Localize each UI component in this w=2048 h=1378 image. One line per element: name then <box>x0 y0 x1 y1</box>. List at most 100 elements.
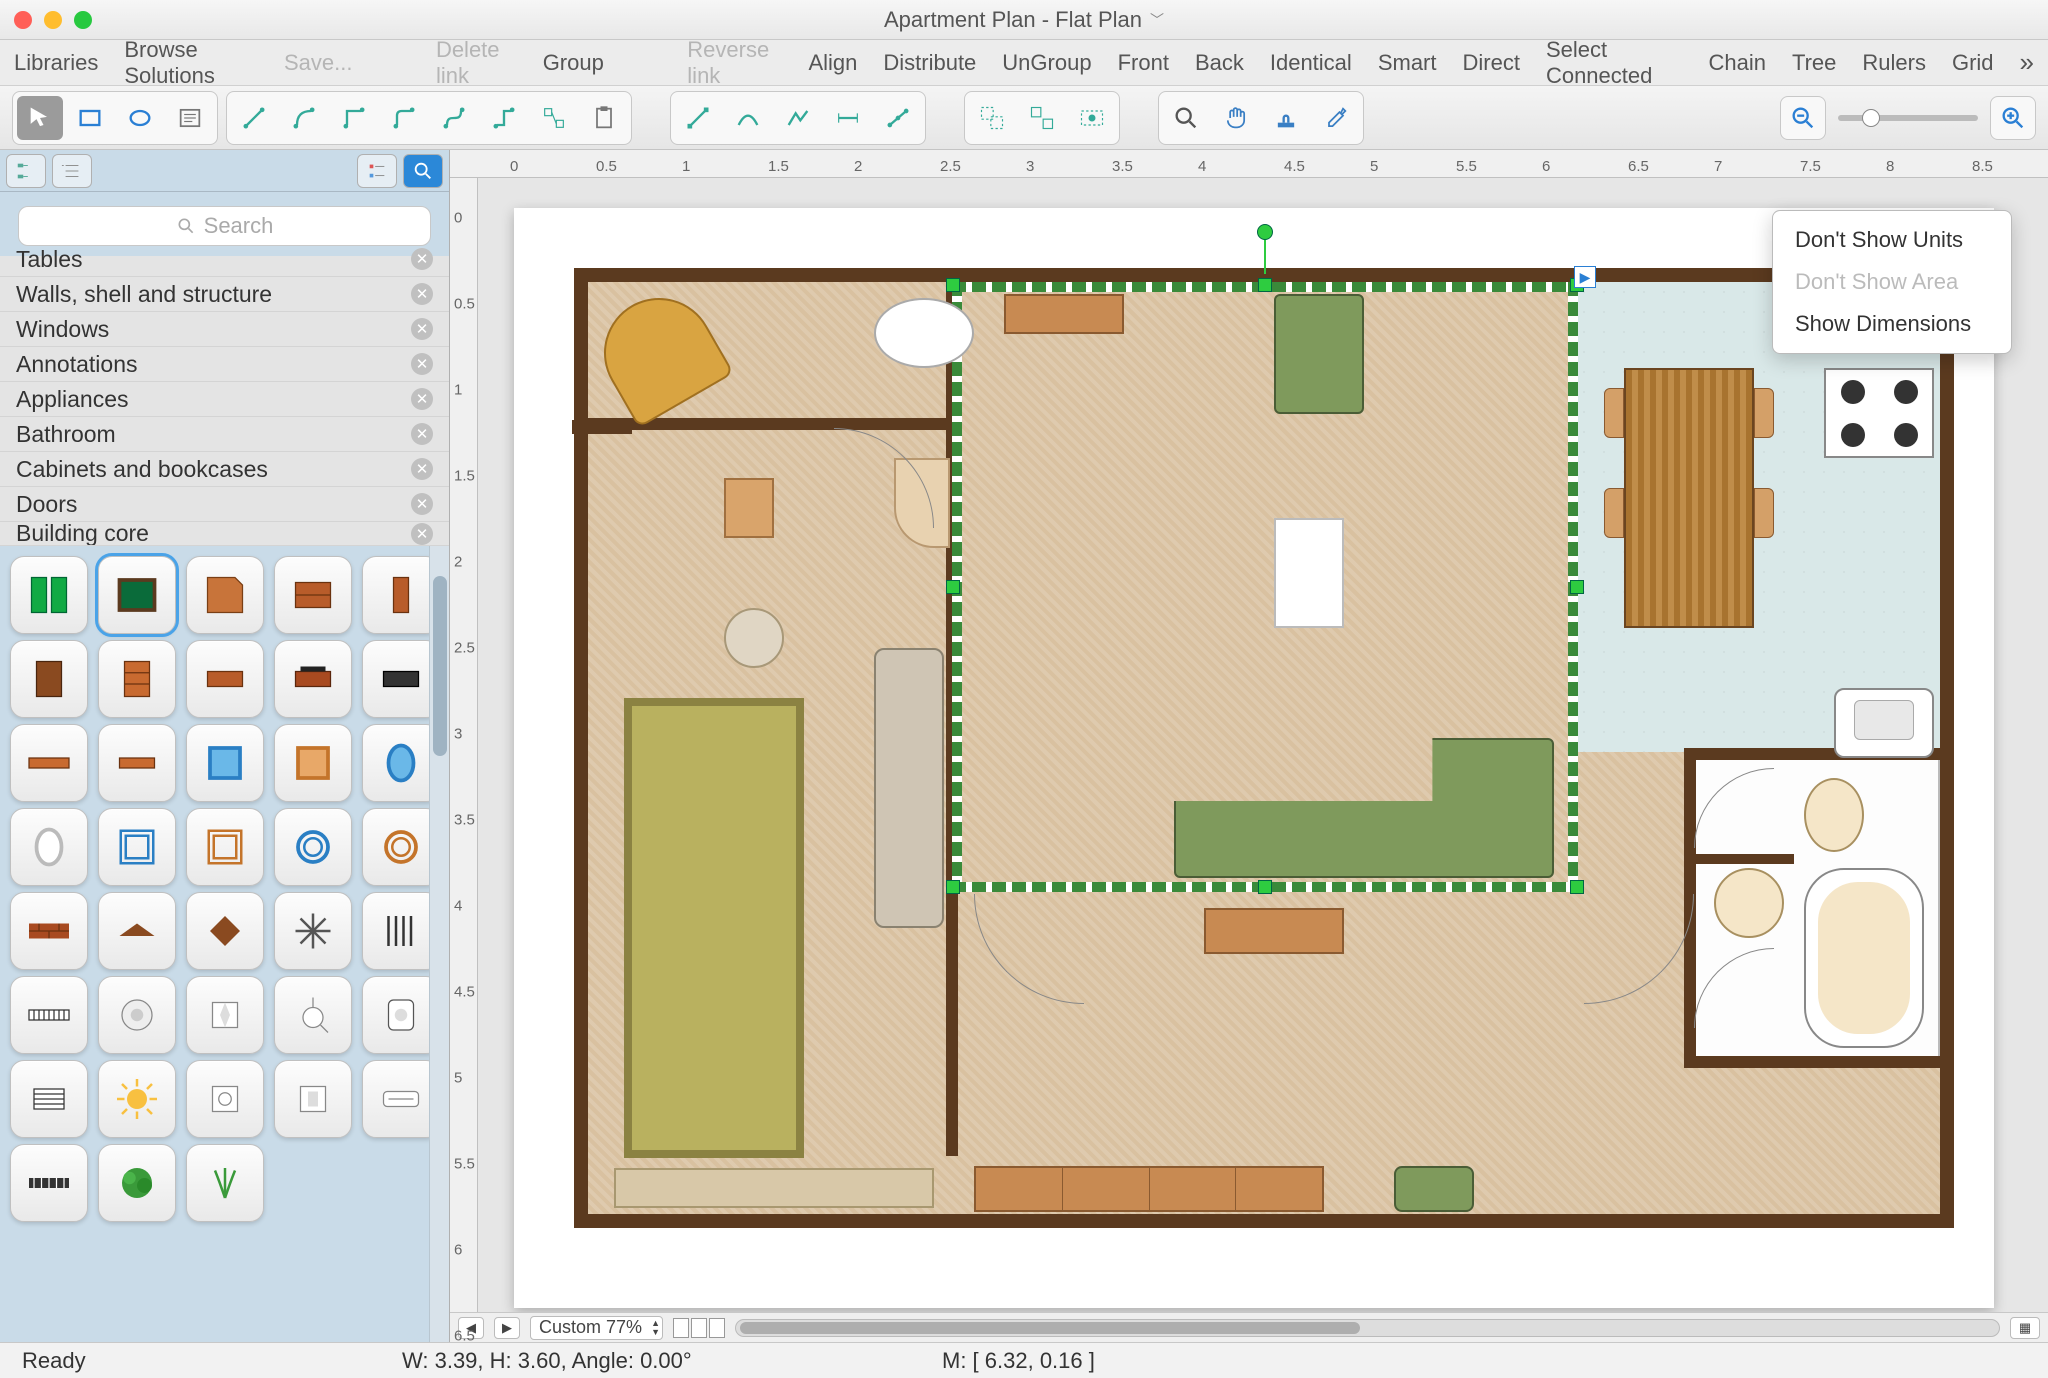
page-view-modes[interactable] <box>673 1318 725 1338</box>
dining-chair-l2[interactable] <box>1604 488 1624 538</box>
menu-group[interactable]: Group <box>543 50 604 76</box>
lib-tab-list[interactable] <box>357 154 397 188</box>
area-rug[interactable] <box>624 698 804 1158</box>
shape-switch[interactable] <box>274 1060 352 1138</box>
shape-low-table[interactable] <box>98 724 176 802</box>
close-icon[interactable]: ✕ <box>411 523 433 545</box>
shape-ceiling-light-sq[interactable] <box>186 976 264 1054</box>
menu-tree[interactable]: Tree <box>1792 50 1836 76</box>
zoom-slider-thumb[interactable] <box>1862 109 1880 127</box>
shape-smoke-detector[interactable] <box>98 976 176 1054</box>
shape-door-double[interactable] <box>10 556 88 634</box>
menu-show-dimensions[interactable]: Show Dimensions <box>1773 303 2011 345</box>
close-icon[interactable]: ✕ <box>411 423 433 445</box>
dining-table[interactable] <box>1624 368 1754 628</box>
menu-rulers[interactable]: Rulers <box>1862 50 1926 76</box>
menu-dont-show-units[interactable]: Don't Show Units <box>1773 219 2011 261</box>
menu-smart[interactable]: Smart <box>1378 50 1437 76</box>
lib-tab-expand[interactable] <box>52 154 92 188</box>
shape-frame-double-blue[interactable] <box>98 808 176 886</box>
selection-handle[interactable] <box>1258 278 1272 292</box>
close-icon[interactable]: ✕ <box>411 283 433 305</box>
selection-handle[interactable] <box>1570 580 1584 594</box>
stove[interactable] <box>1824 368 1934 458</box>
selection-handle[interactable] <box>1258 880 1272 894</box>
kitchen-sink[interactable] <box>1834 688 1934 758</box>
shape-bench[interactable] <box>10 724 88 802</box>
connector-right-angle[interactable] <box>331 96 377 140</box>
ottoman[interactable] <box>1394 1166 1474 1212</box>
connector-round[interactable] <box>381 96 427 140</box>
search-input[interactable]: Search <box>18 206 431 246</box>
rotation-handle[interactable] <box>1257 224 1273 240</box>
selection-handle[interactable] <box>1570 880 1584 894</box>
close-icon[interactable]: ✕ <box>411 353 433 375</box>
connector-bezier[interactable] <box>431 96 477 140</box>
close-icon[interactable]: ✕ <box>411 493 433 515</box>
lock-tool[interactable] <box>1069 96 1115 140</box>
menu-distribute[interactable]: Distribute <box>883 50 976 76</box>
category-doors[interactable]: Doors✕ <box>0 487 449 522</box>
magnify-tool[interactable] <box>1163 96 1209 140</box>
closet-bedroom[interactable] <box>614 1168 934 1208</box>
menu-ungroup[interactable]: UnGroup <box>1002 50 1091 76</box>
menu-reverse-link[interactable]: Reverse link <box>687 37 782 89</box>
ungroup-tool[interactable] <box>1019 96 1065 140</box>
coffee-table[interactable] <box>1204 908 1344 954</box>
scrollbar-thumb[interactable] <box>433 576 447 756</box>
library-scrollbar[interactable] <box>429 546 449 1342</box>
category-walls[interactable]: Walls, shell and structure✕ <box>0 277 449 312</box>
canvas-viewport[interactable]: ▶ Don't Show Units Don't Show Area Show … <box>478 178 2048 1312</box>
selection-handle[interactable] <box>946 880 960 894</box>
shape-ring-blue[interactable] <box>274 808 352 886</box>
zoom-slider[interactable] <box>1838 115 1978 121</box>
category-tables[interactable]: Tables✕ <box>0 242 449 277</box>
bathroom-sink[interactable] <box>1714 868 1784 938</box>
shape-sun-light[interactable] <box>98 1060 176 1138</box>
shape-vent-grille[interactable] <box>10 1060 88 1138</box>
clipboard-tool[interactable] <box>581 96 627 140</box>
menu-identical[interactable]: Identical <box>1270 50 1352 76</box>
close-window-button[interactable] <box>14 11 32 29</box>
horizontal-scrollbar[interactable] <box>735 1319 2000 1337</box>
shape-plant-bush[interactable] <box>98 1144 176 1222</box>
menu-back[interactable]: Back <box>1195 50 1244 76</box>
wall-bathroom-h3[interactable] <box>1684 1056 1942 1068</box>
menu-browse-solutions[interactable]: Browse Solutions <box>124 37 258 89</box>
pointer-tool[interactable] <box>17 96 63 140</box>
shape-bookcase[interactable] <box>98 640 176 718</box>
selection-handle[interactable] <box>946 278 960 292</box>
text-block-tool[interactable] <box>167 96 213 140</box>
window-title[interactable]: Apartment Plan - Flat Plan ﹀ <box>884 7 1164 33</box>
menu-align[interactable]: Align <box>808 50 857 76</box>
sofa-bedroom[interactable] <box>874 648 944 928</box>
page-next-button[interactable]: ▶ <box>494 1317 520 1339</box>
eyedropper-tool[interactable] <box>1313 96 1359 140</box>
dining-chair-r2[interactable] <box>1754 488 1774 538</box>
spline-tool[interactable] <box>725 96 771 140</box>
zoom-in-button[interactable] <box>1990 96 2036 140</box>
drawing-page[interactable]: ▶ <box>514 208 1994 1308</box>
connector-direct[interactable] <box>231 96 277 140</box>
office-chair[interactable] <box>724 608 784 668</box>
close-icon[interactable]: ✕ <box>411 388 433 410</box>
shape-star-fan[interactable] <box>274 892 352 970</box>
shape-corner-cabinet[interactable] <box>186 556 264 634</box>
shape-pool-table[interactable] <box>98 556 176 634</box>
inspector-toggle-button[interactable]: ▦ <box>2010 1317 2040 1339</box>
category-windows[interactable]: Windows✕ <box>0 312 449 347</box>
nightstand[interactable] <box>724 478 774 538</box>
close-icon[interactable]: ✕ <box>411 458 433 480</box>
ellipse-tool[interactable] <box>117 96 163 140</box>
hand-tool[interactable] <box>1213 96 1259 140</box>
shape-wardrobe[interactable] <box>10 640 88 718</box>
dimension-free-tool[interactable] <box>875 96 921 140</box>
close-icon[interactable]: ✕ <box>411 248 433 270</box>
shape-frame-orange[interactable] <box>274 724 352 802</box>
group-tool[interactable] <box>969 96 1015 140</box>
category-bathroom[interactable]: Bathroom✕ <box>0 417 449 452</box>
zoom-window-button[interactable] <box>74 11 92 29</box>
sink-oval[interactable] <box>874 298 974 368</box>
bathtub[interactable] <box>1804 868 1924 1048</box>
shape-oval-rug-white[interactable] <box>10 808 88 886</box>
